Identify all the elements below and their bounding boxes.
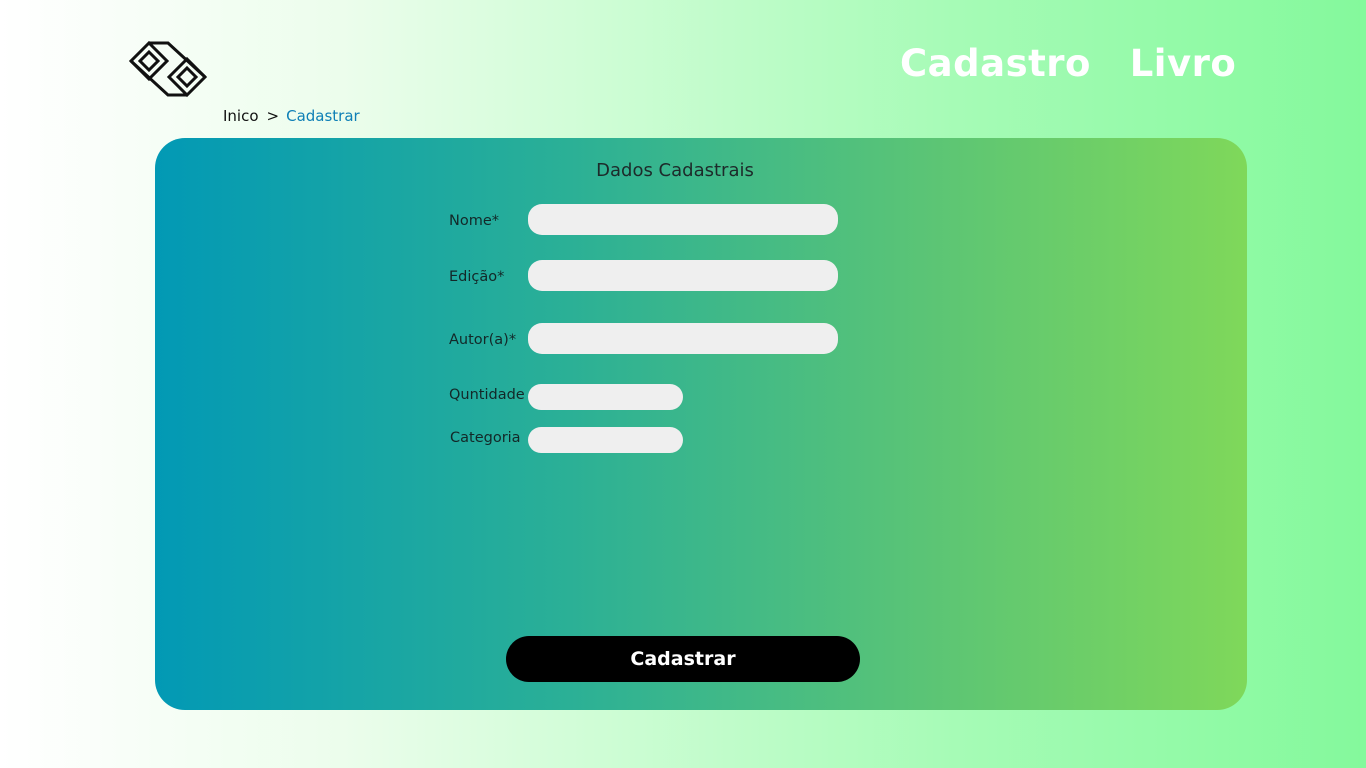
- edicao-label: Edição*: [449, 269, 505, 285]
- breadcrumb: Inico > Cadastrar: [223, 107, 360, 125]
- quantidade-input[interactable]: [528, 384, 683, 410]
- categoria-input[interactable]: [528, 427, 683, 453]
- breadcrumb-current-link[interactable]: Cadastrar: [286, 107, 360, 125]
- cadastrar-button[interactable]: Cadastrar: [506, 636, 860, 682]
- autor-label: Autor(a)*: [449, 332, 517, 348]
- breadcrumb-separator: >: [266, 107, 280, 125]
- registration-card: Dados Cadastrais Nome* Edição* Autor(a)*…: [155, 138, 1247, 710]
- nome-input[interactable]: [528, 204, 838, 235]
- breadcrumb-home-link[interactable]: Inico: [223, 107, 259, 125]
- quantidade-label: Quntidade: [449, 387, 525, 403]
- edicao-input[interactable]: [528, 260, 838, 291]
- form-title: Dados Cadastrais: [596, 160, 754, 181]
- page-title: Cadastro Livro: [900, 42, 1237, 85]
- categoria-label: Categoria: [450, 430, 521, 446]
- autor-input[interactable]: [528, 323, 838, 354]
- logo-icon: [129, 40, 207, 98]
- nome-label: Nome*: [449, 213, 500, 229]
